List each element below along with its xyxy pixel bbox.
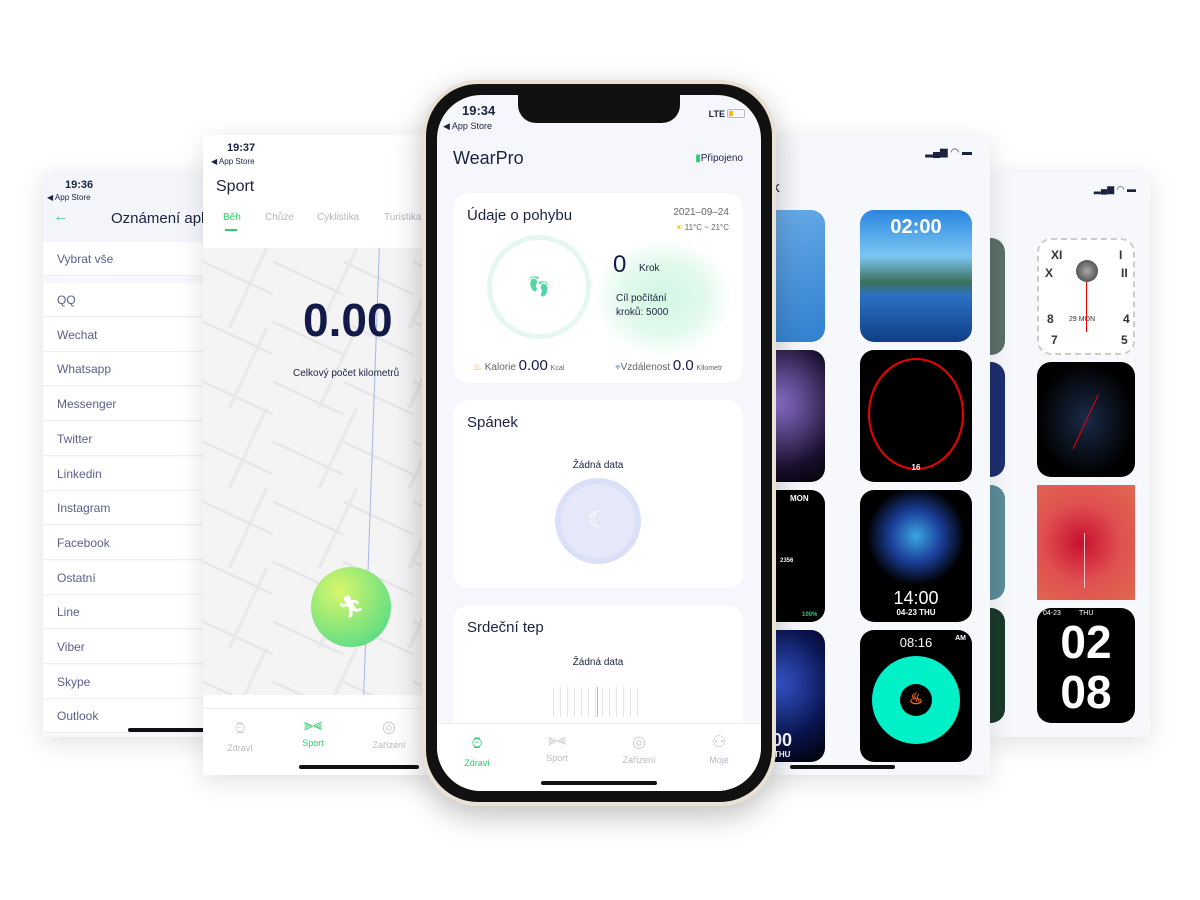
- no-data: Žádná data: [572, 460, 624, 471]
- heart-rate-wave: [553, 687, 643, 717]
- nav-profile[interactable]: ⚇ Moje: [689, 732, 749, 765]
- dumbbell-icon: ⫸⫷: [547, 732, 567, 749]
- device-icon: ◎: [632, 734, 646, 751]
- watch-face-big-digits[interactable]: 04-23 THU 02 08: [1037, 608, 1135, 723]
- tab-run[interactable]: Běh: [223, 212, 241, 223]
- nav-device[interactable]: ◎ Zařízení: [609, 732, 669, 765]
- home-indicator: [790, 765, 895, 769]
- start-run-button[interactable]: 🏃︎: [311, 567, 391, 647]
- status-icons: ▂▄▆ ◠ ▬: [925, 147, 972, 158]
- network-label: LTE: [708, 109, 725, 119]
- home-indicator: [299, 765, 419, 769]
- watch-face-flower-purple[interactable]: [770, 350, 825, 482]
- back-to-app-store[interactable]: ◀ App Store: [443, 121, 492, 132]
- distance-label: Celkový počet kilometrů: [293, 368, 400, 379]
- flame-icon: ♨: [473, 362, 482, 373]
- home-indicator: [541, 781, 657, 785]
- card-title: Srdeční tep: [467, 619, 544, 636]
- back-to-app-store[interactable]: ◀ App Store: [47, 193, 91, 202]
- activity-card[interactable]: Údaje o pohybu 2021–09–24 ☀ 11°C ~ 21°C …: [453, 193, 743, 383]
- running-icon: 🏃︎: [337, 594, 365, 619]
- watch-face-partial[interactable]: [990, 238, 1005, 355]
- watch-face-partial[interactable]: [990, 485, 1005, 600]
- tab-walk[interactable]: Chůze: [265, 212, 294, 223]
- no-data: Žádná data: [572, 657, 624, 668]
- app-title: WearPro: [453, 148, 524, 168]
- card-title: Údaje o pohybu: [467, 207, 573, 224]
- watch-face-chronograph[interactable]: [1037, 362, 1135, 477]
- distance: ⌖Vzdálenost 0.0 Kilometr: [615, 357, 723, 374]
- watch-faces-screen-2: ▂▄▆ ◠ ▬ XI I X II 8 4 7 5 29 MON 04-23 T…: [990, 172, 1150, 737]
- page-title: Sport: [216, 178, 255, 195]
- nav-health[interactable]: ⌚︎ Zdraví: [447, 732, 507, 768]
- goal-line1: Cíl počítání: [616, 293, 667, 304]
- steps-ring: 👣︎: [487, 235, 591, 339]
- back-arrow-icon[interactable]: ←: [53, 208, 69, 226]
- watch-face-landscape[interactable]: 02:00: [860, 210, 972, 342]
- nav-health[interactable]: ⌚︎ Zdraví: [210, 717, 270, 753]
- sport-screen: 19:37 ◀ App Store Sport Běh Chůze Cyklis…: [203, 135, 433, 775]
- watch-face-sport-analog[interactable]: MON 2356 100%: [770, 490, 825, 622]
- distance-value: 0.00: [303, 294, 393, 346]
- watch-icon: ⌚︎: [468, 736, 485, 753]
- date: 2021–09–24: [673, 207, 729, 218]
- nav-device[interactable]: ◎ Zařízení: [359, 717, 419, 750]
- nav-sport[interactable]: ⫸⫷ Sport: [527, 732, 587, 763]
- watch-face-teal-ring[interactable]: 08:16 AM ♨: [860, 630, 972, 762]
- dumbbell-icon: ⫸⫷: [303, 717, 323, 734]
- flame-icon: ♨: [900, 684, 932, 716]
- watch-face-blue-analog[interactable]: [770, 210, 825, 342]
- notch: [518, 95, 680, 123]
- card-title: Spánek: [467, 414, 518, 431]
- device-icon: ◎: [382, 719, 396, 736]
- sun-icon: ☀: [675, 223, 683, 232]
- weather: ☀ 11°C ~ 21°C: [675, 223, 729, 232]
- phone-frame: 19:34 ◀ App Store LTE WearPro ▮Připojeno…: [422, 80, 776, 806]
- status-time: 19:36: [65, 179, 94, 191]
- footprints-icon: 👣︎: [526, 276, 552, 298]
- watch-face-flower-blue[interactable]: 14:00 04-23 THU: [860, 490, 972, 622]
- watch-face-red-ring[interactable]: 16: [860, 350, 972, 482]
- watch-icon: ⌚︎: [231, 721, 248, 738]
- calories: ♨ Kalorie 0.00 Kcal: [473, 357, 565, 374]
- watch-face-partial[interactable]: [990, 608, 1005, 723]
- main-screen: 19:34 ◀ App Store LTE WearPro ▮Připojeno…: [437, 95, 761, 791]
- status-time: 19:37: [227, 142, 256, 154]
- user-icon: ⚇: [711, 734, 727, 751]
- page-title: Oznámení apli: [111, 210, 208, 227]
- watch-faces-screen: ▂▄▆ ◠ ▬ ík 02:00 16 MON 2356 100% 14:00 …: [770, 135, 990, 775]
- tab-hiking[interactable]: Turistika: [384, 212, 421, 223]
- active-tab-indicator: [225, 229, 237, 231]
- moon-icon: [1076, 260, 1098, 282]
- nav-sport[interactable]: ⫸⫷ Sport: [283, 717, 343, 748]
- goal-line2: kroků: 5000: [616, 307, 669, 318]
- sleep-icon: ☾: [555, 478, 641, 564]
- status-icons: ▂▄▆ ◠ ▬: [1093, 184, 1136, 194]
- battery-icon: [727, 109, 745, 118]
- steps-unit: Krok: [639, 263, 660, 274]
- tab-cycling[interactable]: Cyklistika: [317, 212, 359, 223]
- steps-value: 0: [613, 251, 627, 278]
- watch-face-roman-classic[interactable]: XI I X II 8 4 7 5 29 MON: [1037, 238, 1135, 355]
- watch-face-partial[interactable]: [990, 362, 1005, 477]
- status-time: 19:34: [462, 103, 496, 118]
- connection-status[interactable]: ▮Připojeno: [695, 153, 743, 164]
- watch-face-red-gradient[interactable]: [1037, 485, 1135, 600]
- watch-face-astronaut[interactable]: 00 THU: [770, 630, 825, 762]
- back-to-app-store[interactable]: ◀ App Store: [211, 157, 255, 166]
- sleep-card[interactable]: Spánek Žádná data ☾: [453, 400, 743, 588]
